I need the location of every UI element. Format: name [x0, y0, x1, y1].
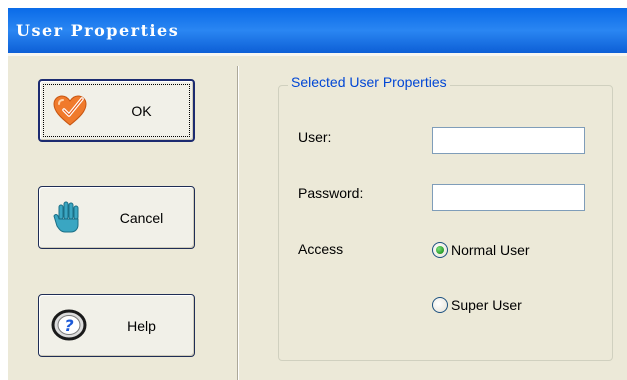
dialog-body: OK Cancel ? Help Selected User Propertie… [8, 56, 627, 380]
password-input[interactable] [432, 184, 585, 211]
window-title: User Properties [16, 21, 180, 40]
radio-circle [432, 297, 448, 313]
title-bar[interactable]: User Properties [8, 8, 627, 53]
svg-text:?: ? [64, 316, 73, 335]
normal-user-label: Normal User [451, 242, 530, 258]
access-label: Access [298, 241, 344, 257]
user-input[interactable] [432, 127, 585, 154]
normal-user-radio[interactable]: Normal User [432, 241, 530, 259]
help-button-label: Help [127, 317, 156, 334]
ok-button-label: OK [131, 102, 152, 119]
super-user-label: Super User [451, 297, 522, 313]
super-user-radio[interactable]: Super User [432, 296, 522, 314]
ok-button[interactable]: OK [38, 79, 195, 142]
cancel-button-label: Cancel [119, 209, 164, 226]
user-label: User: [298, 129, 332, 145]
help-button[interactable]: ? Help [38, 294, 195, 357]
help-question-icon: ? [51, 309, 87, 341]
radio-circle [432, 242, 448, 258]
cancel-button[interactable]: Cancel [38, 186, 195, 249]
radio-selected-dot [436, 246, 444, 254]
vertical-separator [237, 66, 239, 380]
group-title: Selected User Properties [288, 74, 450, 90]
heart-check-icon [53, 95, 87, 126]
password-label: Password: [298, 185, 364, 201]
stop-hand-icon [53, 201, 79, 233]
user-properties-dialog: User Properties OK Cancel ? Help Selecte… [8, 8, 627, 380]
